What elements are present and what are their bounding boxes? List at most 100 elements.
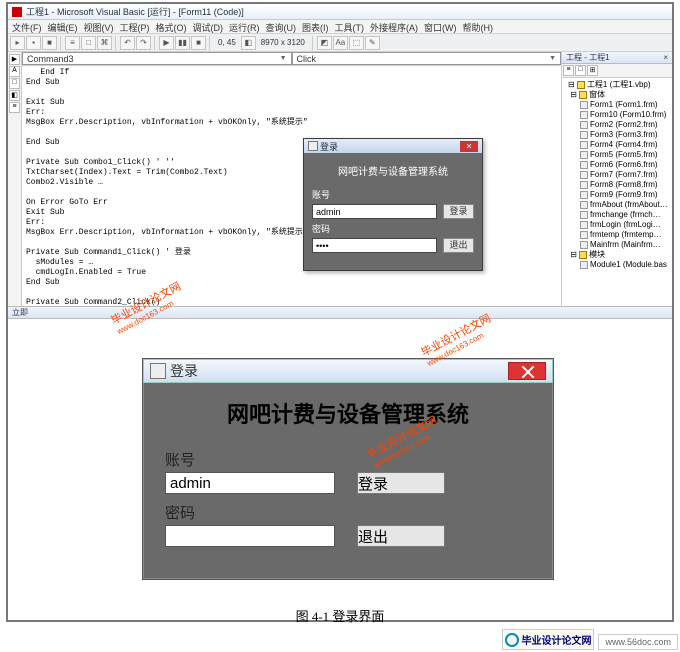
tool-btn[interactable]: Aa [333, 36, 348, 50]
exit-button[interactable]: 退出 [357, 525, 445, 547]
tool-btn[interactable]: ⌘ [97, 36, 112, 50]
tree-folder[interactable]: ⊟ 窗体 [564, 90, 670, 100]
tree-item-form[interactable]: Form1 (Form1.frm) [564, 100, 670, 110]
tree-item-form[interactable]: frmchange (frmch… [564, 210, 670, 220]
view-code-btn[interactable]: ≡ [563, 65, 574, 76]
proc-combo[interactable]: Click▼ [292, 52, 562, 65]
menu-item[interactable]: 窗口(W) [424, 21, 457, 32]
ide-title: 工程1 - Microsoft Visual Basic [运行] - [For… [26, 5, 244, 18]
password-input[interactable] [165, 525, 335, 547]
tree-item-form[interactable]: Form3 (Form3.frm) [564, 130, 670, 140]
menu-item[interactable]: 图表(I) [302, 21, 329, 32]
ide-menubar[interactable]: 文件(F) 编辑(E) 视图(V) 工程(P) 格式(O) 调试(D) 运行(R… [8, 20, 672, 34]
stop-btn[interactable]: ■ [191, 36, 206, 50]
tool-btn[interactable]: ■ [42, 36, 57, 50]
dialog-title: 登录 [170, 361, 198, 381]
tool-btn[interactable]: ✎ [365, 36, 380, 50]
tool-btn[interactable]: ◩ [317, 36, 332, 50]
toolbox-btn[interactable]: A [9, 66, 20, 77]
tool-btn[interactable]: ◧ [241, 36, 256, 50]
username-input[interactable] [312, 204, 437, 219]
tool-btn[interactable]: ≡ [65, 36, 80, 50]
dialog-body: 网吧计费与设备管理系统 账号 登录 密码 退出 [304, 153, 482, 270]
tree-item-module[interactable]: Module1 (Module.bas [564, 260, 670, 270]
app-icon [150, 363, 166, 379]
close-button[interactable] [508, 362, 546, 380]
separator-icon [154, 36, 156, 50]
menu-item[interactable]: 格式(O) [156, 21, 187, 32]
pause-btn[interactable]: ▮▮ [175, 36, 190, 50]
folder-icon [579, 251, 587, 259]
separator-icon [312, 36, 314, 50]
menu-item[interactable]: 查询(U) [266, 21, 297, 32]
menu-item[interactable]: 外接程序(A) [370, 21, 418, 32]
tree-item-form[interactable]: frmtemp (frmtemp… [564, 230, 670, 240]
tree-item-form[interactable]: Form7 (Form7.frm) [564, 170, 670, 180]
toolbox-btn[interactable]: ◧ [9, 90, 20, 101]
menu-item[interactable]: 文件(F) [12, 21, 42, 32]
code-combo-row: Command3▼ Click▼ [22, 52, 561, 66]
chevron-down-icon: ▼ [549, 55, 556, 62]
page-footer: 毕业设计论文网 www.56doc.com [502, 629, 678, 650]
menu-item[interactable]: 工程(P) [120, 21, 150, 32]
toolbox-btn[interactable]: ≡ [9, 102, 20, 113]
toolbox-btn[interactable]: ▶ [9, 54, 20, 65]
module-icon [580, 261, 588, 269]
dialog-headline: 网吧计费与设备管理系统 [165, 397, 531, 429]
menu-item[interactable]: 编辑(E) [48, 21, 78, 32]
project-explorer-title: 工程 - 工程1× [562, 52, 672, 64]
exit-button[interactable]: 退出 [443, 238, 474, 253]
dialog-title: 登录 [320, 140, 338, 153]
form-icon [580, 181, 588, 189]
menu-item[interactable]: 调试(D) [193, 21, 224, 32]
tree-item-form[interactable]: frmAbout (frmAbout… [564, 200, 670, 210]
menu-item[interactable]: 运行(R) [229, 21, 260, 32]
close-icon[interactable]: × [663, 53, 668, 62]
dialog-titlebar[interactable]: 登录 ✕ [304, 139, 482, 153]
dialog-titlebar[interactable]: 登录 [143, 359, 553, 383]
site-logo: 毕业设计论文网 [502, 629, 594, 650]
login-button[interactable]: 登录 [443, 204, 474, 219]
menu-item[interactable]: 帮助(H) [463, 21, 494, 32]
object-combo[interactable]: Command3▼ [22, 52, 292, 65]
login-button[interactable]: 登录 [357, 472, 445, 494]
tree-item-form[interactable]: frmLogin (frmLogi… [564, 220, 670, 230]
toggle-btn[interactable]: ⊞ [587, 65, 598, 76]
tree-item-form[interactable]: Form10 (Form10.frm) [564, 110, 670, 120]
form-icon [580, 121, 588, 129]
project-tree[interactable]: ⊟ 工程1 (工程1.vbp) ⊟ 窗体 Form1 (Form1.frm)Fo… [562, 78, 672, 272]
username-input[interactable] [165, 472, 335, 494]
tree-root[interactable]: ⊟ 工程1 (工程1.vbp) [564, 80, 670, 90]
menu-item[interactable]: 工具(T) [335, 21, 365, 32]
tree-item-form[interactable]: Form4 (Form4.frm) [564, 140, 670, 150]
form-icon [580, 191, 588, 199]
tool-btn[interactable]: ▸ [10, 36, 25, 50]
tree-item-form[interactable]: Form5 (Form5.frm) [564, 150, 670, 160]
password-input[interactable] [312, 238, 437, 253]
tree-item-form[interactable]: Form2 (Form2.frm) [564, 120, 670, 130]
view-object-btn[interactable]: □ [575, 65, 586, 76]
run-btn[interactable]: ▶ [159, 36, 174, 50]
tool-btn[interactable]: ▪ [26, 36, 41, 50]
form-icon [580, 101, 588, 109]
tree-item-form[interactable]: Form6 (Form6.frm) [564, 160, 670, 170]
tool-btn[interactable]: □ [81, 36, 96, 50]
logo-circle-icon [505, 633, 519, 647]
toolbox-btn[interactable]: □ [9, 78, 20, 89]
app-icon [308, 141, 318, 151]
form-icon [580, 161, 588, 169]
tree-item-form[interactable]: Mainfrm (Mainfrm… [564, 240, 670, 250]
username-label: 账号 [165, 449, 335, 470]
menu-item[interactable]: 视图(V) [84, 21, 114, 32]
tool-btn[interactable]: ↷ [136, 36, 151, 50]
tool-btn[interactable]: ↶ [120, 36, 135, 50]
tool-btn[interactable]: ⬚ [349, 36, 364, 50]
tree-item-form[interactable]: Form9 (Form9.frm) [564, 190, 670, 200]
tree-folder[interactable]: ⊟ 模块 [564, 250, 670, 260]
folder-icon [579, 91, 587, 99]
position-readout: 0, 45 [214, 38, 240, 47]
close-button[interactable]: ✕ [460, 141, 478, 152]
tree-item-form[interactable]: Form8 (Form8.frm) [564, 180, 670, 190]
document-frame: 工程1 - Microsoft Visual Basic [运行] - [For… [6, 2, 674, 622]
chevron-down-icon: ▼ [280, 55, 287, 62]
